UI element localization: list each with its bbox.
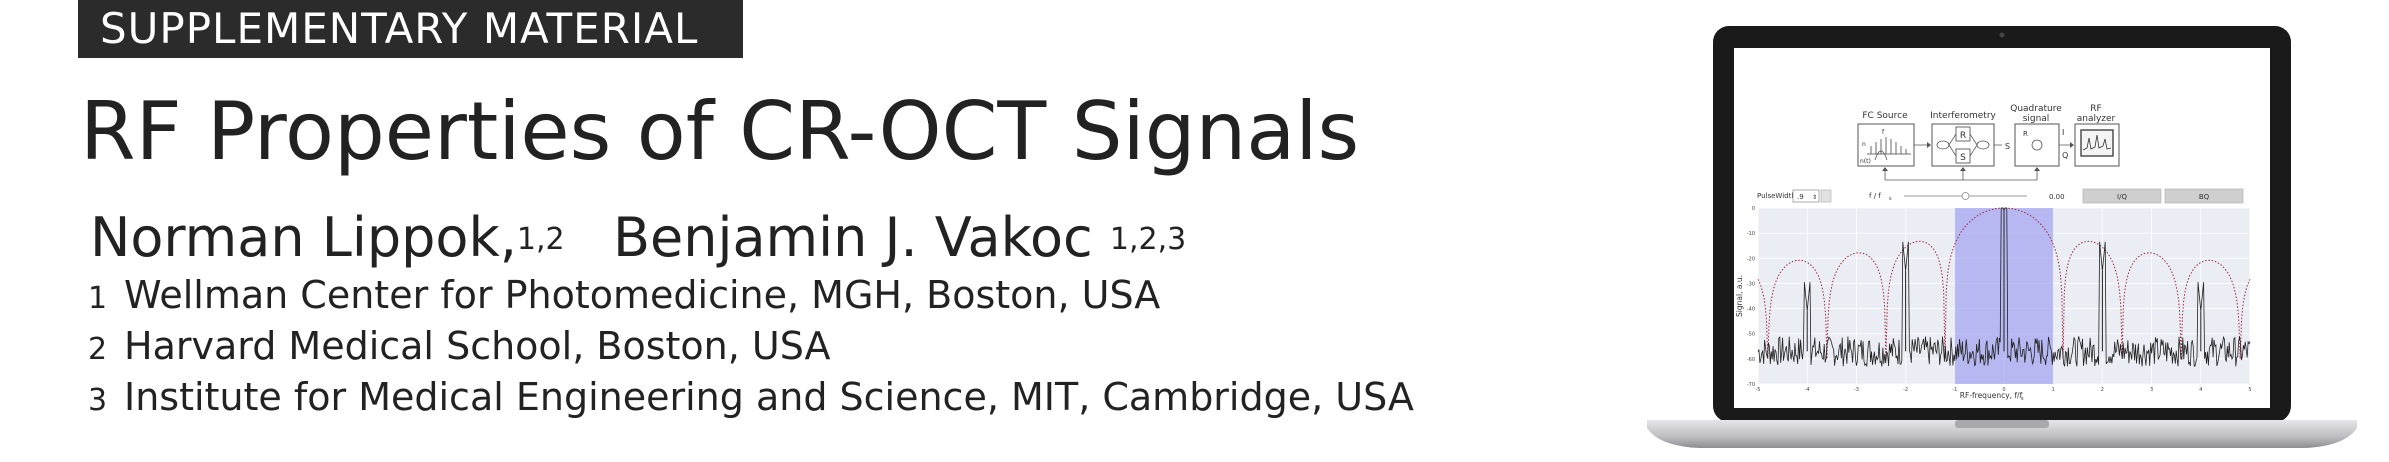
ff-value: 0.00 <box>2049 193 2065 201</box>
quad-s-label: S <box>2005 142 2010 151</box>
bq-button-label: BQ <box>2199 193 2210 201</box>
spinner-arrows-icon: ⇕ <box>1812 194 1817 201</box>
x-tick-label: -2 <box>1903 387 1908 393</box>
quad-i-label: I <box>2062 128 2064 137</box>
x-tick-label: -3 <box>1854 387 1859 393</box>
ff-label: f / f <box>1869 192 1881 200</box>
x-tick-label: 2 <box>2101 387 2104 393</box>
plot-xlabel: RF-frequency, f/f <box>1960 391 2023 400</box>
plot-ylabel: Signal, a.u. <box>1735 275 1744 317</box>
pulse-width-value: .9 <box>1797 193 1804 201</box>
interferometry-label: Interferometry <box>1930 111 1996 121</box>
y-tick-label: 0 <box>1752 206 1755 212</box>
x-tick-label: -4 <box>1805 387 1810 393</box>
ff-slider-thumb[interactable] <box>1961 192 1970 200</box>
affiliation-line: 2 Harvard Medical School, Boston, USA <box>88 322 831 374</box>
x-tick-label: -1 <box>1952 387 1957 393</box>
fc-n-label: n <box>1862 141 1866 148</box>
page-title: RF Properties of CR-OCT Signals <box>80 85 1360 178</box>
affiliation-text: Wellman Center for Photomedicine, MGH, B… <box>124 273 1161 317</box>
y-tick-label: -70 <box>1747 382 1755 388</box>
fc-source-label: FC Source <box>1862 111 1908 121</box>
x-tick-label: 1 <box>2052 387 2055 393</box>
author-name: Norman Lippok, <box>90 206 517 269</box>
quad-r-label: R <box>2023 130 2028 138</box>
iq-button-label: I/Q <box>2117 193 2127 201</box>
camera-dot <box>1999 32 2005 38</box>
y-tick-label: -50 <box>1747 332 1755 338</box>
pulse-width-stepper[interactable] <box>1820 189 1832 203</box>
sample-arm-label: S <box>1960 153 1966 163</box>
quadrature-label-1: Quadrature <box>2010 104 2062 114</box>
x-tick-label: 3 <box>2150 387 2153 393</box>
y-tick-label: -20 <box>1747 256 1755 262</box>
plot-xlabel-sub: s <box>2021 396 2024 402</box>
supplementary-tag: SUPPLEMENTARY MATERIAL <box>78 0 743 58</box>
rf-label-1: RF <box>2090 104 2101 114</box>
affiliation-text: Harvard Medical School, Boston, USA <box>124 324 831 368</box>
x-tick-label: 4 <box>2199 387 2202 393</box>
affiliation-line: 1 Wellman Center for Photomedicine, MGH, … <box>88 271 1160 323</box>
x-tick-label: 5 <box>2248 387 2251 393</box>
rf-spectrum-plot: -5 -4 -3 -2 -1 0 1 2 3 4 5 -70-60-50-40-30-20-100 … <box>1735 206 2252 402</box>
quad-q-label: Q <box>2062 151 2068 160</box>
affiliation-number: 2 <box>88 332 108 367</box>
author-name: Benjamin J. Vakoc <box>612 206 1093 269</box>
y-tick-label: -40 <box>1747 307 1755 313</box>
ff-label-sub: s <box>1889 196 1892 202</box>
laptop-illustration: FC Source f n n(t) Interferometry R S Qu… <box>1647 26 2357 448</box>
reference-arm-label: R <box>1960 131 1966 141</box>
affiliation-number: 3 <box>88 383 108 418</box>
laptop-notch <box>1955 420 2049 428</box>
rf-analyzer-screen-icon <box>2080 129 2114 157</box>
authors: Norman Lippok,1,2 Benjamin J. Vakoc 1,2,… <box>90 203 1186 273</box>
quadrature-label-2: signal <box>2023 114 2050 124</box>
affiliation-text: Institute for Medical Engineering and Sc… <box>124 375 1414 419</box>
y-tick-label: -10 <box>1747 231 1755 237</box>
author-affiliation-marks: 1,2 <box>516 222 565 257</box>
y-tick-label: -30 <box>1747 281 1755 287</box>
x-tick-label: -5 <box>1756 387 1761 393</box>
author-affiliation-marks: 1,2,3 <box>1109 222 1187 257</box>
rf-label-2: analyzer <box>2077 114 2116 124</box>
pulse-width-label: PulseWidth <box>1757 192 1796 200</box>
affiliation-line: 3 Institute for Medical Engineering and S… <box>88 373 1414 425</box>
fc-nt-label: n(t) <box>1860 158 1871 165</box>
y-tick-label: -60 <box>1747 357 1755 363</box>
affiliation-number: 1 <box>88 281 108 316</box>
